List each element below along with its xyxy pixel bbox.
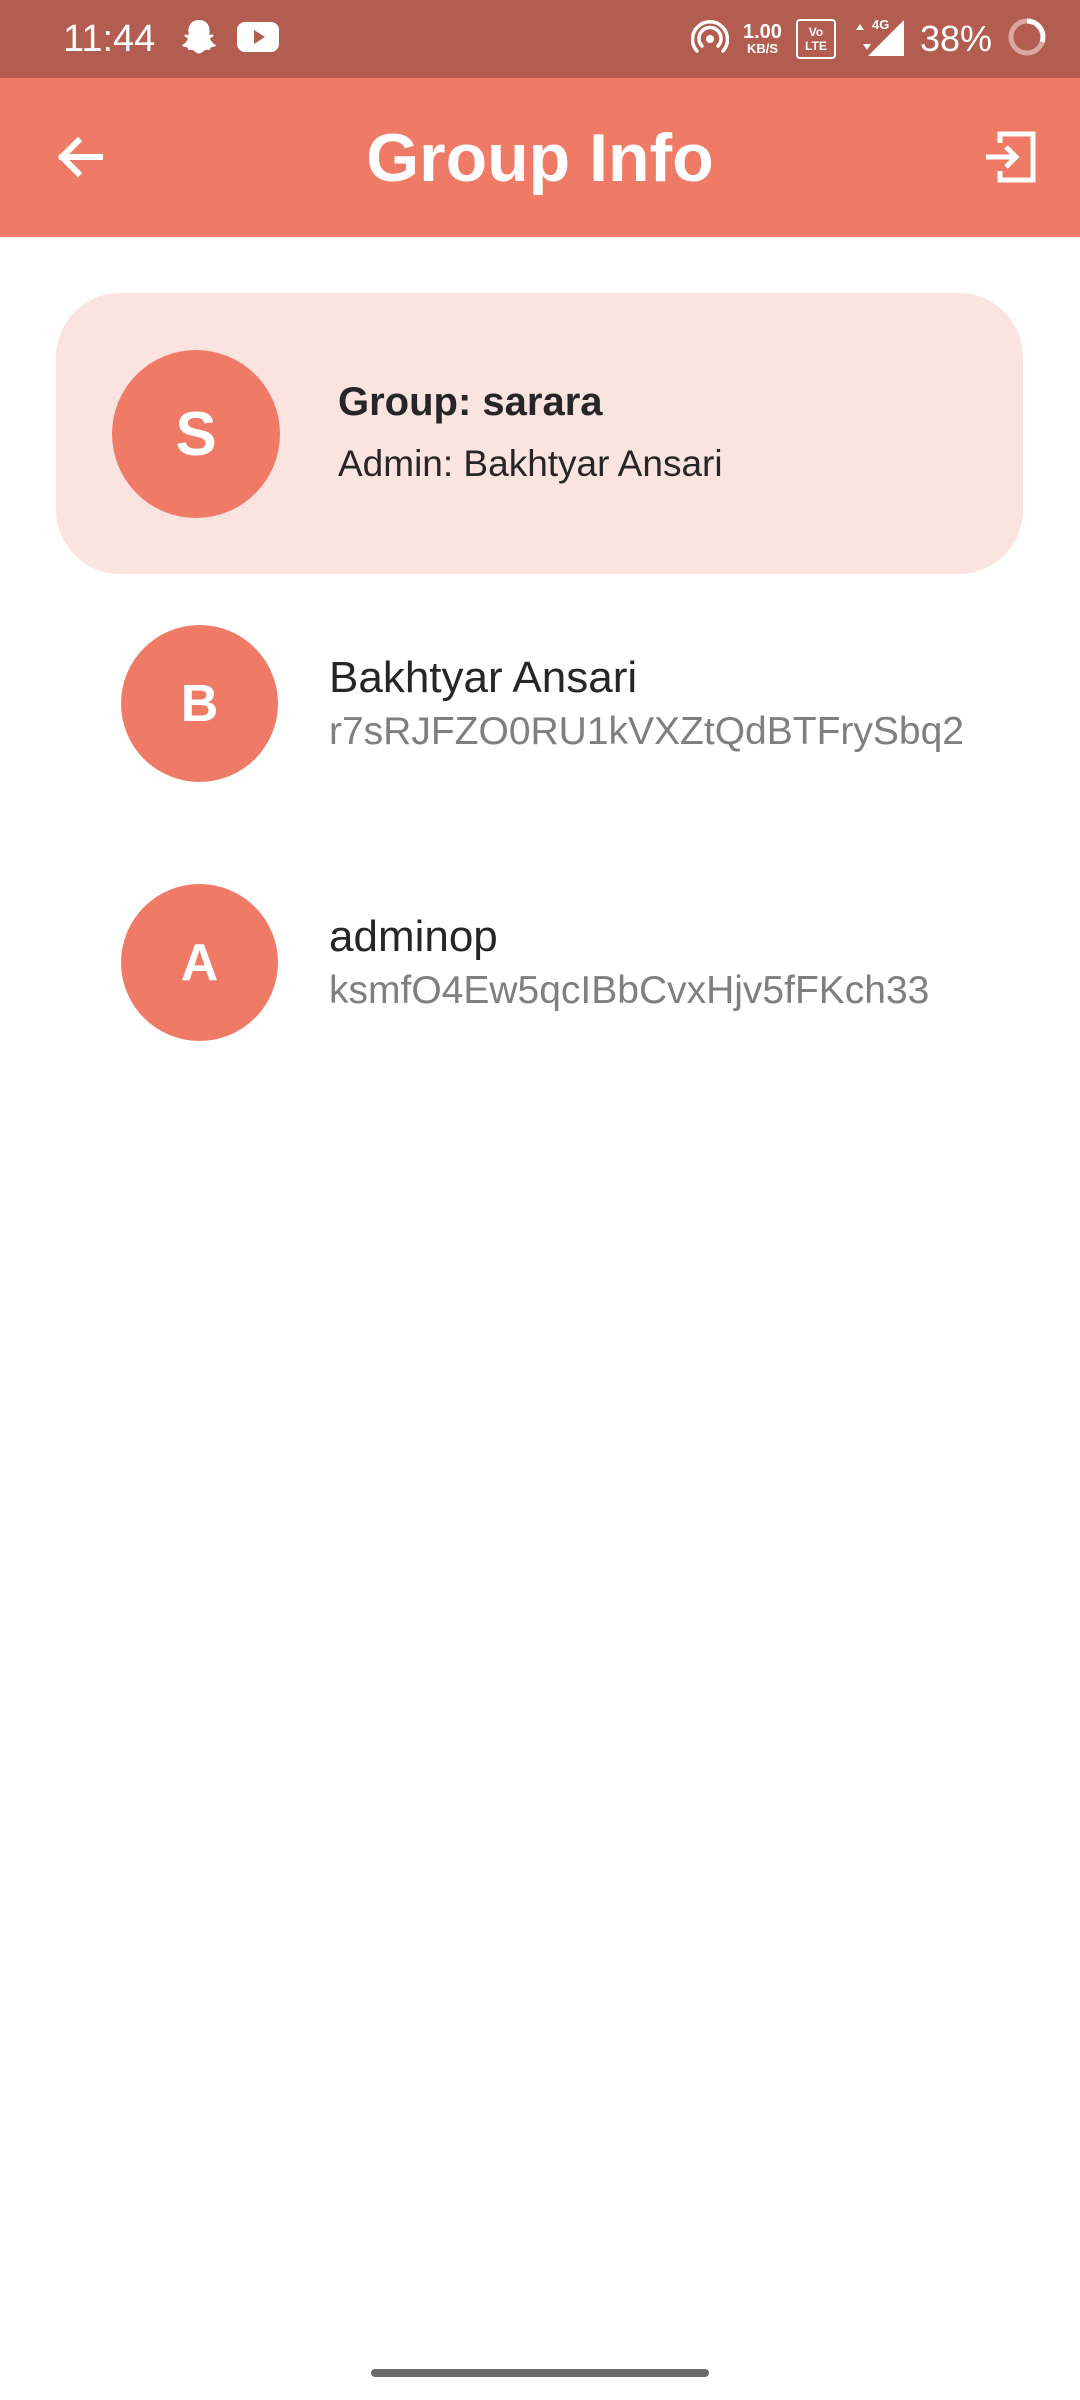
member-avatar: A — [121, 884, 278, 1041]
network-speed-unit: KB/S — [746, 41, 778, 56]
member-name: adminop — [329, 912, 498, 961]
hotspot-icon — [690, 18, 730, 61]
member-list-item[interactable]: A adminop ksmfO4Ew5qcIBbCvxHjv5fFKch33 — [0, 863, 1080, 1063]
member-id: ksmfO4Ew5qcIBbCvxHjv5fFKch33 — [329, 969, 930, 1012]
group-admin: Admin: Bakhtyar Ansari — [338, 443, 723, 484]
member-avatar: B — [121, 625, 278, 782]
system-status-icons: 1.00 KB/S Vo LTE 4G 38% — [690, 14, 1048, 64]
member-list-item[interactable]: B Bakhtyar Ansari r7sRJFZO0RU1kVXZtQdBTF… — [0, 604, 1080, 804]
network-speed: 1.00 KB/S — [743, 22, 782, 56]
member-id: r7sRJFZO0RU1kVXZtQdBTFrySbq2 — [329, 710, 964, 753]
group-info-card: S Group: sarara Admin: Bakhtyar Ansari — [56, 293, 1023, 574]
volte-bottom: LTE — [805, 39, 827, 53]
notification-icons — [180, 18, 280, 60]
group-avatar: S — [112, 350, 280, 518]
youtube-icon — [236, 21, 280, 58]
network-speed-value: 1.00 — [743, 21, 782, 43]
signal-icon: 4G — [850, 16, 906, 63]
group-name: Group: sarara — [338, 380, 603, 424]
exit-group-button[interactable] — [970, 117, 1050, 197]
gesture-navigation-bar[interactable] — [371, 2369, 709, 2377]
snapchat-icon — [180, 17, 218, 62]
battery-icon — [1006, 16, 1048, 63]
status-time: 11:44 — [63, 18, 156, 60]
volte-icon: Vo LTE — [795, 19, 836, 59]
status-bar: 11:44 1.00 KB/S Vo LTE 4G 38% — [0, 0, 1080, 78]
battery-percent: 38% — [919, 18, 992, 59]
app-bar: Group Info — [0, 78, 1080, 237]
volte-top: Vo — [808, 25, 824, 39]
screen: 11:44 1.00 KB/S Vo LTE 4G 38% Group Info… — [0, 0, 1080, 2400]
network-type: 4G — [872, 17, 889, 32]
exit-icon — [986, 131, 1036, 183]
page-title: Group Info — [366, 120, 714, 196]
member-name: Bakhtyar Ansari — [329, 653, 638, 702]
